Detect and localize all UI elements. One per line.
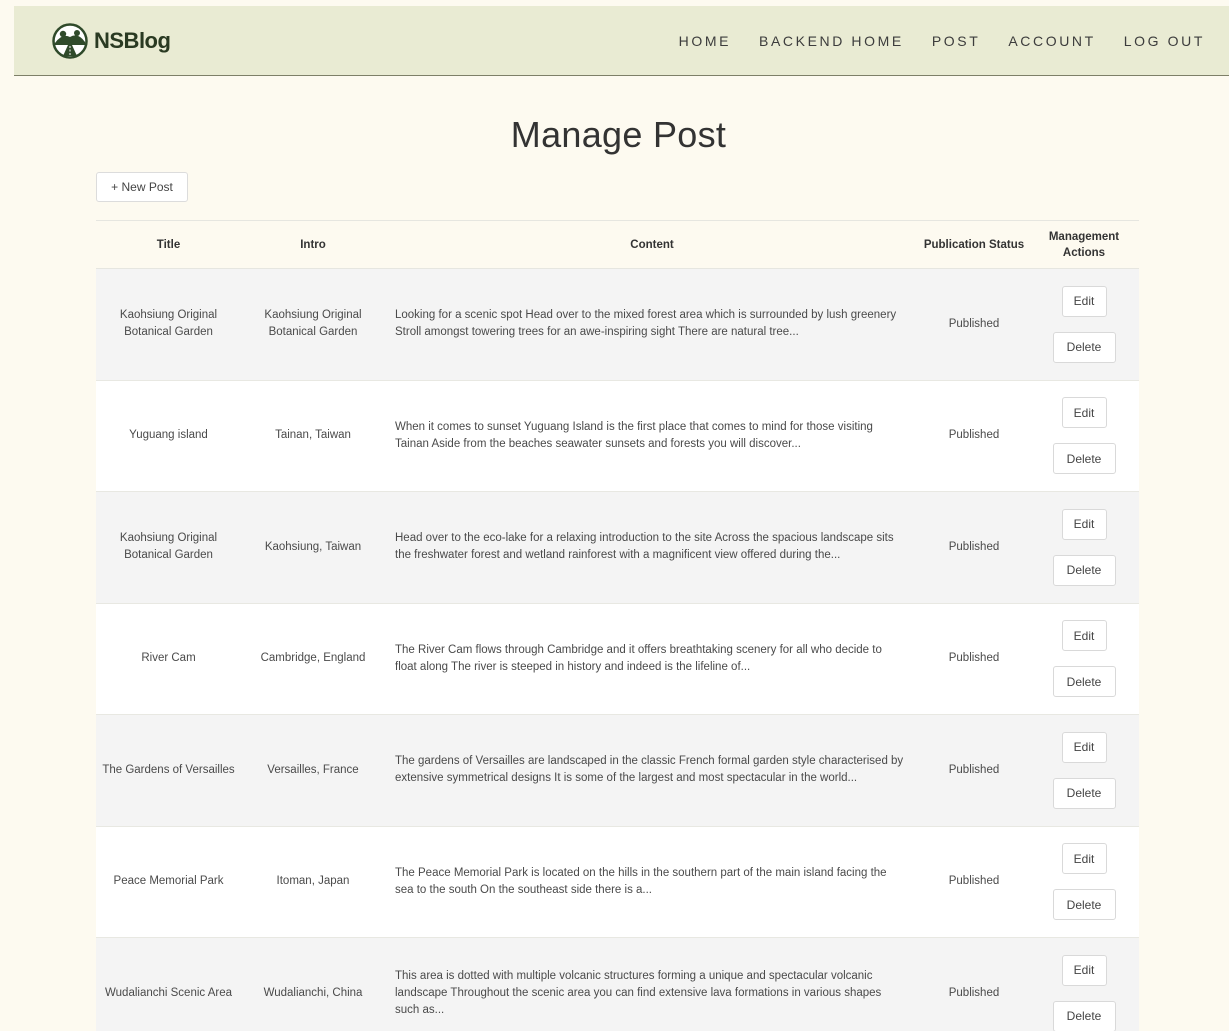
post-content-cell: Looking for a scenic spot Head over to t… (385, 268, 919, 381)
table-row: River Cam Cambridge, England The River Cam… (96, 603, 1139, 715)
delete-button[interactable]: Delete (1052, 443, 1116, 475)
actions-cell: Edit Delete (1029, 380, 1139, 492)
publication-status-cell: Published (919, 603, 1029, 715)
post-content-cell: When it comes to sunset Yuguang Island i… (385, 380, 919, 492)
delete-button[interactable]: Delete (1052, 889, 1116, 921)
delete-button[interactable]: Delete (1052, 1000, 1116, 1031)
table-row: Peace Memorial Park Itoman, Japan The Peac… (96, 826, 1139, 938)
col-header-actions: Management Actions (1029, 220, 1139, 269)
post-title-cell: Yuguang island (96, 380, 241, 492)
row-actions: Edit Delete (1035, 285, 1133, 363)
brand[interactable]: NSBlog (52, 22, 171, 59)
post-intro-cell: Kaohsiung, Taiwan (241, 491, 385, 604)
post-content-cell: The River Cam flows through Cambridge an… (385, 603, 919, 715)
post-intro-cell: Versailles, France (241, 714, 385, 827)
nav-log-out[interactable]: LOG OUT (1124, 33, 1205, 49)
post-title-cell: River Cam (96, 603, 241, 715)
edit-button[interactable]: Edit (1061, 843, 1107, 875)
post-intro-cell: Tainan, Taiwan (241, 380, 385, 492)
nav-account[interactable]: ACCOUNT (1008, 33, 1095, 49)
table-row: Yuguang island Tainan, Taiwan When it come… (96, 380, 1139, 492)
nav-backend-home[interactable]: BACKEND HOME (759, 33, 904, 49)
row-actions: Edit Delete (1035, 954, 1133, 1031)
table-row: Kaohsiung Original Botanical Garden Kaohs… (96, 268, 1139, 381)
edit-button[interactable]: Edit (1061, 954, 1107, 986)
edit-button[interactable]: Edit (1061, 508, 1107, 540)
delete-button[interactable]: Delete (1052, 554, 1116, 586)
brand-name: NSBlog (94, 27, 171, 53)
post-title-cell: Kaohsiung Original Botanical Garden (96, 491, 241, 604)
nav-home[interactable]: HOME (679, 33, 731, 49)
actions-cell: Edit Delete (1029, 268, 1139, 381)
publication-status-cell: Published (919, 714, 1029, 827)
publication-status-cell: Published (919, 937, 1029, 1031)
row-actions: Edit Delete (1035, 397, 1133, 475)
row-actions: Edit Delete (1035, 508, 1133, 586)
table-row: Kaohsiung Original Botanical Garden Kaohs… (96, 491, 1139, 604)
table-header-row: Title Intro Content Publication Status M… (96, 220, 1139, 269)
post-intro-cell: Wudalianchi, China (241, 937, 385, 1031)
post-title-cell: Wudalianchi Scenic Area (96, 937, 241, 1031)
col-header-status: Publication Status (919, 220, 1029, 269)
col-header-title: Title (96, 220, 241, 269)
row-actions: Edit Delete (1035, 620, 1133, 698)
top-navbar: NSBlog HOME BACKEND HOME POST ACCOUNT LO… (14, 6, 1229, 76)
publication-status-cell: Published (919, 380, 1029, 492)
actions-cell: Edit Delete (1029, 491, 1139, 604)
table-body: Kaohsiung Original Botanical Garden Kaohs… (96, 268, 1139, 1031)
post-content-cell: This area is dotted with multiple volcan… (385, 937, 919, 1031)
post-intro-cell: Cambridge, England (241, 603, 385, 715)
post-content-cell: Head over to the eco-lake for a relaxing… (385, 491, 919, 604)
hill-road-logo-icon (52, 22, 88, 59)
row-actions: Edit Delete (1035, 843, 1133, 921)
publication-status-cell: Published (919, 268, 1029, 381)
actions-cell: Edit Delete (1029, 603, 1139, 715)
col-header-content: Content (385, 220, 919, 269)
row-actions: Edit Delete (1035, 731, 1133, 809)
delete-button[interactable]: Delete (1052, 666, 1116, 698)
publication-status-cell: Published (919, 491, 1029, 604)
edit-button[interactable]: Edit (1061, 731, 1107, 763)
edit-button[interactable]: Edit (1061, 285, 1107, 317)
main-nav: HOME BACKEND HOME POST ACCOUNT LOG OUT (679, 33, 1205, 49)
post-title-cell: The Gardens of Versailles (96, 714, 241, 827)
post-intro-cell: Itoman, Japan (241, 826, 385, 938)
post-content-cell: The gardens of Versailles are landscaped… (385, 714, 919, 827)
new-post-button[interactable]: + New Post (96, 172, 188, 202)
nav-post[interactable]: POST (932, 33, 981, 49)
post-title-cell: Kaohsiung Original Botanical Garden (96, 268, 241, 381)
actions-cell: Edit Delete (1029, 714, 1139, 827)
actions-cell: Edit Delete (1029, 826, 1139, 938)
actions-cell: Edit Delete (1029, 937, 1139, 1031)
posts-table: Title Intro Content Publication Status M… (96, 220, 1139, 1031)
publication-status-cell: Published (919, 826, 1029, 938)
edit-button[interactable]: Edit (1061, 620, 1107, 652)
col-header-intro: Intro (241, 220, 385, 269)
post-intro-cell: Kaohsiung Original Botanical Garden (241, 268, 385, 381)
delete-button[interactable]: Delete (1052, 331, 1116, 363)
edit-button[interactable]: Edit (1061, 397, 1107, 429)
post-content-cell: The Peace Memorial Park is located on th… (385, 826, 919, 938)
page-title: Manage Post (510, 114, 727, 155)
table-row: Wudalianchi Scenic Area Wudalianchi, Chin… (96, 937, 1139, 1031)
delete-button[interactable]: Delete (1052, 777, 1116, 809)
table-row: The Gardens of Versailles Versailles, Fra… (96, 714, 1139, 827)
post-title-cell: Peace Memorial Park (96, 826, 241, 938)
